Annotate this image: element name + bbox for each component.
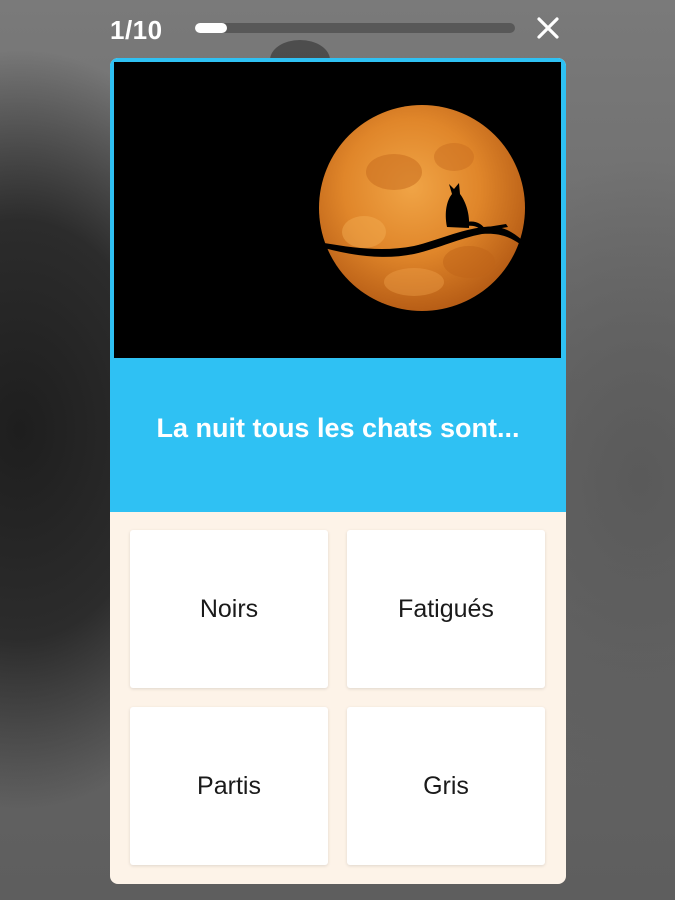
answer-option-noirs[interactable]: Noirs [130,530,328,688]
question-panel: La nuit tous les chats sont... [110,358,566,512]
quiz-header: 1/10 [110,12,565,48]
answers-grid: Noirs Fatigués Partis Gris [110,512,566,884]
question-image [114,62,561,358]
moon-cat-silhouette-icon [319,105,525,311]
question-image-frame [110,58,566,360]
question-counter: 1/10 [110,15,163,45]
progress-bar [195,23,515,33]
answer-option-partis[interactable]: Partis [130,707,328,865]
answer-option-gris[interactable]: Gris [347,707,545,865]
quiz-card: La nuit tous les chats sont... Noirs Fat… [110,58,566,884]
close-icon [537,17,559,39]
close-button[interactable] [535,15,561,41]
question-text: La nuit tous les chats sont... [156,413,520,443]
progress-bar-fill [195,23,227,33]
answer-option-fatigues[interactable]: Fatigués [347,530,545,688]
